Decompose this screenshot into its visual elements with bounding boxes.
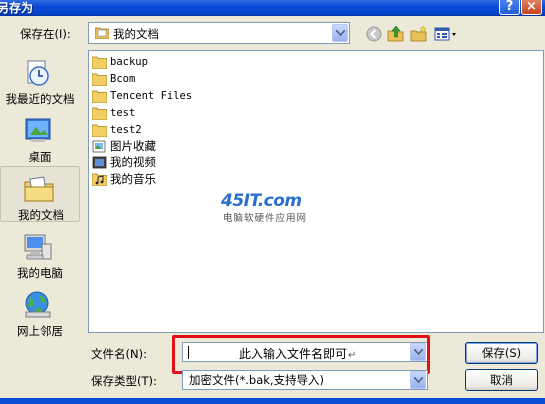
close-button[interactable]: × bbox=[521, 0, 542, 15]
file-name: 我的音乐 bbox=[110, 172, 156, 186]
my-computer-icon bbox=[24, 234, 52, 260]
new-folder-button[interactable] bbox=[409, 25, 429, 43]
file-name: test2 bbox=[110, 124, 142, 136]
place-desktop[interactable]: 桌面 bbox=[0, 109, 80, 165]
place-my-documents[interactable]: 我的文档 bbox=[0, 166, 80, 222]
folder-icon bbox=[92, 90, 107, 103]
place-label: 我的电脑 bbox=[17, 266, 63, 280]
file-name: 图片收藏 bbox=[110, 139, 156, 153]
watermark-subtitle: 电脑软硬件应用网 bbox=[223, 213, 308, 224]
place-my-computer[interactable]: 我的电脑 bbox=[0, 225, 80, 281]
chevron-down-icon bbox=[335, 30, 345, 36]
chevron-down-icon bbox=[413, 377, 423, 383]
close-icon: × bbox=[526, 0, 537, 14]
my-documents-icon bbox=[24, 176, 54, 202]
place-label: 我最近的文档 bbox=[5, 92, 75, 106]
save-in-dropdown-button[interactable] bbox=[332, 24, 348, 42]
list-item[interactable]: Bcom bbox=[92, 71, 135, 87]
folder-icon bbox=[92, 73, 107, 86]
list-item[interactable]: backup bbox=[92, 54, 148, 70]
place-label: 我的文档 bbox=[18, 208, 64, 222]
music-folder-icon bbox=[92, 173, 107, 186]
save-button[interactable]: 保存(S) bbox=[465, 342, 538, 364]
help-icon: ? bbox=[505, 0, 514, 14]
file-name-label: 文件名(N): bbox=[91, 347, 147, 361]
title-bar[interactable]: 另存为 ? × bbox=[0, 0, 545, 16]
help-button[interactable]: ? bbox=[499, 0, 520, 15]
list-item[interactable]: 我的音乐 bbox=[92, 171, 156, 187]
window-title: 另存为 bbox=[0, 1, 34, 15]
recent-documents-icon bbox=[27, 60, 49, 86]
list-item[interactable]: Tencent Files bbox=[92, 88, 192, 104]
taskbar-edge bbox=[0, 398, 545, 404]
save-in-value: 我的文档 bbox=[113, 27, 159, 41]
list-item[interactable]: 图片收藏 bbox=[92, 138, 156, 154]
save-in-combo[interactable]: 我的文档 bbox=[88, 22, 350, 44]
file-type-value: 加密文件(*.bak,支持导入) bbox=[189, 373, 325, 387]
up-folder-button[interactable] bbox=[386, 25, 406, 43]
views-menu-button[interactable] bbox=[433, 25, 459, 43]
back-icon bbox=[366, 26, 382, 42]
list-item[interactable]: 我的视频 bbox=[92, 154, 156, 170]
pictures-folder-icon bbox=[92, 140, 106, 152]
places-bar: 我最近的文档 桌面 我的文档 我的电脑 网上邻居 bbox=[0, 51, 82, 341]
network-places-icon bbox=[25, 291, 51, 318]
file-name: Bcom bbox=[110, 73, 136, 85]
place-recent-documents[interactable]: 我最近的文档 bbox=[0, 51, 80, 107]
my-documents-small-icon bbox=[95, 27, 109, 39]
back-button[interactable] bbox=[364, 25, 384, 43]
views-menu-icon bbox=[434, 27, 456, 41]
file-name: Tencent Files bbox=[110, 90, 193, 102]
file-type-label: 保存类型(T): bbox=[91, 374, 157, 388]
desktop-icon bbox=[25, 118, 51, 142]
file-name: test bbox=[110, 107, 136, 119]
watermark: 45IT.com 电脑软硬件应用网 bbox=[221, 191, 331, 225]
cancel-button[interactable]: 取消 bbox=[465, 369, 538, 391]
folder-icon bbox=[92, 124, 107, 137]
file-name: 我的视频 bbox=[110, 155, 156, 169]
file-list[interactable]: backup Bcom Tencent Files test test2 图片收… bbox=[88, 50, 544, 333]
file-type-combo[interactable]: 加密文件(*.bak,支持导入) bbox=[182, 370, 428, 390]
watermark-logo: 45IT.com bbox=[221, 191, 302, 211]
file-name: backup bbox=[110, 56, 148, 68]
new-folder-icon bbox=[410, 25, 427, 42]
place-network-places[interactable]: 网上邻居 bbox=[0, 283, 80, 339]
highlight-box bbox=[172, 335, 430, 374]
folder-icon bbox=[92, 107, 107, 120]
save-in-label: 保存在(I): bbox=[20, 27, 71, 41]
folder-icon bbox=[92, 56, 107, 69]
place-label: 网上邻居 bbox=[17, 324, 63, 338]
videos-folder-icon bbox=[92, 156, 107, 168]
list-item[interactable]: test2 bbox=[92, 122, 142, 138]
list-item[interactable]: test bbox=[92, 105, 135, 121]
place-label: 桌面 bbox=[28, 150, 52, 164]
file-type-dropdown-button[interactable] bbox=[410, 371, 426, 389]
up-folder-icon bbox=[387, 25, 404, 42]
